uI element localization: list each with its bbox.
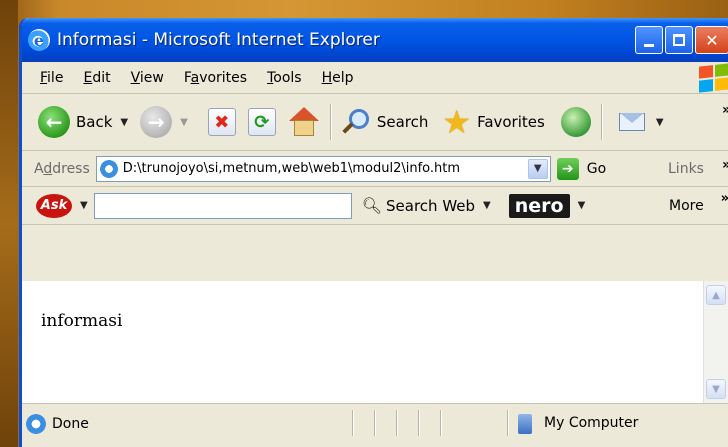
status-text: Done <box>52 415 89 432</box>
scroll-down-icon[interactable]: ▼ <box>706 379 726 399</box>
ie-window: e Informasi - Microsoft Internet Explore… <box>19 18 728 447</box>
search-web-button-label[interactable]: Search Web <box>386 197 475 215</box>
menu-favorites-pre: F <box>183 69 191 86</box>
vertical-scrollbar[interactable]: ▲ ▼ <box>703 281 728 403</box>
mail-icon[interactable] <box>618 107 648 137</box>
menu-file-label: ile <box>47 69 64 86</box>
page-done-icon <box>26 413 46 434</box>
search-button-label[interactable]: Search <box>377 113 429 131</box>
menu-edit[interactable]: Edit <box>80 70 113 86</box>
ask-search-input[interactable] <box>93 192 352 219</box>
ask-toolbar: Ask ▼ 🔍︎ Search Web ▼ nero ▼ More » <box>22 187 728 225</box>
menu-favorites-accel: a <box>190 69 200 86</box>
security-zone-text: My Computer <box>544 415 639 431</box>
my-computer-icon <box>518 414 532 434</box>
go-button-label[interactable]: Go <box>587 161 606 177</box>
menu-view-accel: V <box>130 69 140 86</box>
menu-help-accel: H <box>321 69 333 86</box>
page-content: informasi <box>22 281 728 403</box>
status-panel-separator <box>507 410 508 436</box>
stop-icon[interactable]: ✖ <box>207 108 236 136</box>
minimize-button[interactable] <box>635 26 663 54</box>
menu-edit-accel: E <box>83 69 93 86</box>
nero-dropdown-icon[interactable]: ▼ <box>578 200 586 211</box>
scroll-up-icon[interactable]: ▲ <box>706 285 726 305</box>
nero-logo[interactable]: nero <box>508 193 570 218</box>
media-icon[interactable] <box>560 107 591 137</box>
ask-dropdown-icon[interactable]: ▼ <box>80 200 88 211</box>
mail-dropdown-icon[interactable]: ▼ <box>656 117 664 128</box>
menu-view-label: iew <box>139 69 164 86</box>
home-icon[interactable] <box>288 107 320 137</box>
menu-tools-label: ools <box>273 69 302 86</box>
close-icon: ✕ <box>705 30 719 50</box>
standard-toolbar: ← Back ▼ → ▼ ✖ ⟳ Search ★ Favorites ▼ » <box>22 94 728 151</box>
search-web-dropdown-icon[interactable]: ▼ <box>483 200 491 211</box>
menu-help-label: elp <box>332 69 354 86</box>
menu-help[interactable]: Help <box>319 70 357 86</box>
menu-file-accel: F <box>40 69 48 86</box>
menu-edit-label: dit <box>92 69 111 86</box>
favorites-star-icon[interactable]: ★ <box>442 106 471 138</box>
toolbar-separator <box>329 104 331 140</box>
status-panel-separator <box>440 410 441 436</box>
status-panel-separator <box>418 410 419 436</box>
forward-dropdown-icon[interactable]: ▼ <box>180 117 188 128</box>
close-button[interactable]: ✕ <box>695 26 728 54</box>
address-url[interactable]: D:\trunojoyo\si,metnum,web\web1\modul2\i… <box>123 161 460 176</box>
maximize-icon <box>673 34 685 46</box>
toolbar-separator-2 <box>600 104 602 140</box>
windows-logo-icon <box>699 63 728 93</box>
minimize-icon <box>644 43 654 47</box>
more-chevron-icon[interactable]: » <box>721 191 728 206</box>
slide-background-edge <box>0 0 18 447</box>
toolbar-overflow-chevron[interactable]: » <box>722 102 728 118</box>
links-label[interactable]: Links <box>668 161 704 177</box>
window-title: Informasi - Microsoft Internet Explorer <box>57 30 380 50</box>
favorites-button-label[interactable]: Favorites <box>477 113 545 131</box>
back-arrow-icon[interactable]: ← <box>38 106 70 138</box>
address-input[interactable]: D:\trunojoyo\si,metnum,web\web1\modul2\i… <box>95 155 551 182</box>
search-web-icon[interactable]: 🔍︎ <box>362 196 382 215</box>
back-button-label[interactable]: Back <box>76 113 112 131</box>
status-panel-separator <box>374 410 375 436</box>
address-bar: Address D:\trunojoyo\si,metnum,web\web1\… <box>22 151 728 187</box>
go-arrow-icon[interactable]: ➔ <box>556 157 579 180</box>
maximize-button[interactable] <box>665 26 693 54</box>
menu-bar: File Edit View Favorites Tools Help <box>22 62 728 94</box>
ie-logo-icon: e <box>28 29 50 51</box>
address-label: Address <box>34 160 90 177</box>
menu-favorites[interactable]: Favorites <box>181 70 250 86</box>
ask-logo[interactable]: Ask <box>36 193 72 218</box>
menu-favorites-label: vorites <box>199 69 248 86</box>
back-dropdown-icon[interactable]: ▼ <box>120 117 128 128</box>
status-panel-separator <box>352 410 353 436</box>
address-dropdown-icon[interactable]: ▼ <box>527 158 548 179</box>
content-text: informasi <box>41 311 123 331</box>
status-bar: Done My Computer <box>22 403 728 443</box>
refresh-icon[interactable]: ⟳ <box>247 108 276 136</box>
menu-tools[interactable]: Tools <box>264 70 305 86</box>
more-button-label[interactable]: More <box>669 198 704 214</box>
page-icon <box>99 159 118 178</box>
menu-view[interactable]: View <box>128 70 167 86</box>
menu-file[interactable]: File <box>37 70 66 86</box>
search-icon[interactable] <box>341 107 371 137</box>
forward-arrow-icon[interactable]: → <box>140 106 173 138</box>
links-overflow-chevron[interactable]: » <box>722 157 728 173</box>
title-bar[interactable]: e Informasi - Microsoft Internet Explore… <box>22 18 728 62</box>
status-panel-separator <box>396 410 397 436</box>
